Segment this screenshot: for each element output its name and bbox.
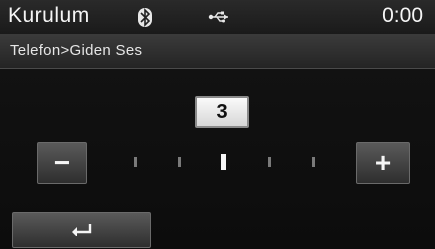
level-tick-active — [221, 154, 226, 170]
usb-icon — [208, 10, 230, 24]
bluetooth-icon — [138, 8, 152, 27]
level-tick — [134, 157, 137, 167]
app-title: Kurulum — [8, 4, 90, 27]
decrease-button[interactable]: − — [37, 142, 87, 184]
breadcrumb-bar: Telefon>Giden Ses — [0, 35, 435, 69]
clock: 0:00 — [382, 4, 423, 27]
increase-button[interactable]: + — [356, 142, 410, 184]
setup-screen: Kurulum 0:00 Telefon>Giden Ses 3 − + — [0, 0, 435, 249]
level-tick — [312, 157, 315, 167]
back-arrow-icon — [68, 220, 96, 241]
status-bar: Kurulum 0:00 — [0, 0, 435, 35]
volume-value: 3 — [195, 96, 249, 128]
level-tick — [268, 157, 271, 167]
back-button[interactable] — [12, 212, 151, 248]
level-tick — [178, 157, 181, 167]
breadcrumb: Telefon>Giden Ses — [10, 42, 143, 59]
